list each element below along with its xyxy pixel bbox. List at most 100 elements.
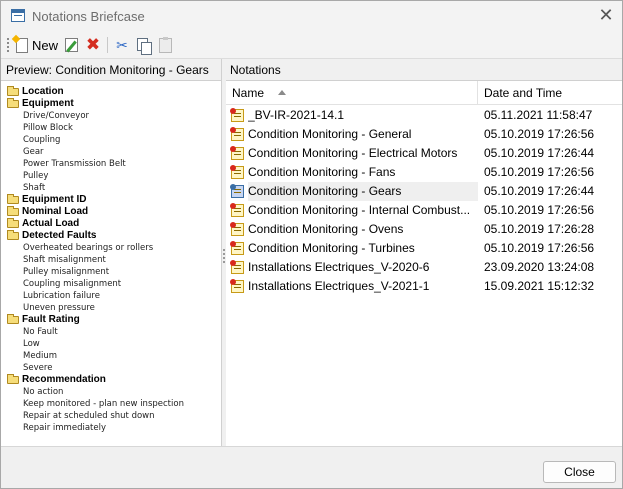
folder-icon <box>7 314 19 324</box>
preview-item: Keep monitored - plan new inspection <box>1 398 221 410</box>
preview-item: Medium <box>1 350 221 362</box>
notation-row[interactable]: Installations Electriques_V-2021-1 15.09.… <box>226 277 622 296</box>
folder-icon <box>7 218 19 228</box>
preview-item-label: Power Transmission Belt <box>23 159 126 169</box>
splitter-grip[interactable] <box>223 249 225 263</box>
preview-item-label: Repair immediately <box>23 423 106 433</box>
preview-item: Low <box>1 338 221 350</box>
notations-briefcase-window: Notations Briefcase ✕ New ✖ ✂ Preview: C… <box>0 0 623 489</box>
notation-row-selected[interactable]: Condition Monitoring - Gears 05.10.2019 1… <box>226 182 622 201</box>
preview-item: Overheated bearings or rollers <box>1 242 221 254</box>
preview-header: Preview: Condition Monitoring - Gears <box>1 59 221 81</box>
notation-icon <box>230 146 244 160</box>
toolbar-separator <box>107 37 108 53</box>
preview-item-label: Uneven pressure <box>23 303 95 313</box>
preview-category: Location <box>1 86 221 98</box>
new-button-label: New <box>32 37 59 53</box>
notation-name: Installations Electriques_V-2020-6 <box>248 260 430 274</box>
column-header-date[interactable]: Date and Time <box>478 81 622 105</box>
preview-item: Pulley misalignment <box>1 266 221 278</box>
preview-category: Fault Rating <box>1 314 221 326</box>
notation-icon <box>230 203 244 217</box>
notation-row[interactable]: Condition Monitoring - Internal Combust.… <box>226 201 622 220</box>
preview-item: Pillow Block <box>1 122 221 134</box>
new-button[interactable]: New <box>14 35 60 55</box>
notation-row[interactable]: Installations Electriques_V-2020-6 23.09.… <box>226 258 622 277</box>
notation-date: 05.11.2021 11:58:47 <box>484 108 593 122</box>
column-header-name[interactable]: Name <box>226 81 478 105</box>
preview-item-label: Overheated bearings or rollers <box>23 243 154 253</box>
preview-category-label: Fault Rating <box>22 314 80 325</box>
notation-icon <box>230 222 244 236</box>
preview-item: Coupling <box>1 134 221 146</box>
preview-item-label: Coupling <box>23 135 61 145</box>
column-header-name-label: Name <box>232 86 265 100</box>
preview-item: Uneven pressure <box>1 302 221 314</box>
notation-row[interactable]: Condition Monitoring - General 05.10.2019… <box>226 125 622 144</box>
preview-item: Gear <box>1 146 221 158</box>
notation-row[interactable]: Condition Monitoring - Fans 05.10.2019 17… <box>226 163 622 182</box>
notation-icon <box>230 241 244 255</box>
edit-button[interactable] <box>65 35 78 55</box>
preview-item-label: Pulley misalignment <box>23 267 110 277</box>
paste-icon <box>159 36 172 53</box>
preview-category: Detected Faults <box>1 230 221 242</box>
preview-item-label: Pillow Block <box>23 123 73 133</box>
preview-category-label: Actual Load <box>22 218 80 229</box>
folder-icon <box>7 194 19 204</box>
notations-pane: Notations Name Date and Time _BV-IR-2021… <box>226 59 622 446</box>
delete-icon: ✖ <box>85 35 101 54</box>
preview-item-label: Low <box>23 339 40 349</box>
briefcase-app-icon <box>11 9 25 22</box>
paste-button[interactable] <box>159 35 172 55</box>
folder-icon <box>7 98 19 108</box>
notation-icon <box>230 184 244 198</box>
notation-icon <box>230 108 244 122</box>
cut-button[interactable]: ✂ <box>114 35 130 55</box>
toolbar: New ✖ ✂ <box>1 31 622 59</box>
notation-date: 05.10.2019 17:26:56 <box>484 127 595 141</box>
notation-date: 05.10.2019 17:26:56 <box>484 203 595 217</box>
preview-item: Pulley <box>1 170 221 182</box>
window-close-icon[interactable]: ✕ <box>591 4 621 28</box>
notation-icon <box>230 165 244 179</box>
preview-item-label: Shaft <box>23 183 46 193</box>
preview-item-label: No Fault <box>23 327 58 337</box>
cut-icon: ✂ <box>116 37 128 53</box>
notation-row[interactable]: _BV-IR-2021-14.1 05.11.2021 11:58:47 <box>226 106 622 125</box>
copy-button[interactable] <box>137 35 152 55</box>
notation-date: 23.09.2020 13:24:08 <box>484 260 595 274</box>
folder-icon <box>7 86 19 96</box>
preview-category-label: Equipment <box>22 98 74 109</box>
preview-category: Equipment <box>1 98 221 110</box>
preview-item: Drive/Conveyor <box>1 110 221 122</box>
preview-item: Power Transmission Belt <box>1 158 221 170</box>
delete-button[interactable]: ✖ <box>85 35 101 55</box>
notation-name: Installations Electriques_V-2021-1 <box>248 279 430 293</box>
preview-item: Shaft misalignment <box>1 254 221 266</box>
sort-ascending-icon <box>278 90 286 95</box>
preview-category-label: Detected Faults <box>22 230 97 241</box>
toolbar-grip[interactable] <box>7 38 9 52</box>
notation-date: 05.10.2019 17:26:28 <box>484 222 595 236</box>
notation-name: Condition Monitoring - Internal Combust.… <box>248 203 471 217</box>
preview-item-label: Medium <box>23 351 57 361</box>
notation-date: 05.10.2019 17:26:44 <box>484 146 595 160</box>
preview-item-label: Severe <box>23 363 53 373</box>
notation-date: 05.10.2019 17:26:44 <box>484 184 595 198</box>
notation-row[interactable]: Condition Monitoring - Electrical Motors… <box>226 144 622 163</box>
preview-item-label: Keep monitored - plan new inspection <box>23 399 184 409</box>
preview-item-label: Shaft misalignment <box>23 255 106 265</box>
preview-category: Actual Load <box>1 218 221 230</box>
notation-name: _BV-IR-2021-14.1 <box>248 108 345 122</box>
new-icon <box>16 37 28 53</box>
preview-item-label: Pulley <box>23 171 49 181</box>
column-header-date-label: Date and Time <box>484 86 563 100</box>
notation-row[interactable]: Condition Monitoring - Ovens 05.10.2019 1… <box>226 220 622 239</box>
dialog-footer: Close <box>1 446 622 488</box>
notation-name: Condition Monitoring - Turbines <box>248 241 415 255</box>
title-bar: Notations Briefcase ✕ <box>1 1 622 31</box>
close-button[interactable]: Close <box>543 461 616 483</box>
notation-row[interactable]: Condition Monitoring - Turbines 05.10.201… <box>226 239 622 258</box>
preview-item-label: Lubrication failure <box>23 291 100 301</box>
